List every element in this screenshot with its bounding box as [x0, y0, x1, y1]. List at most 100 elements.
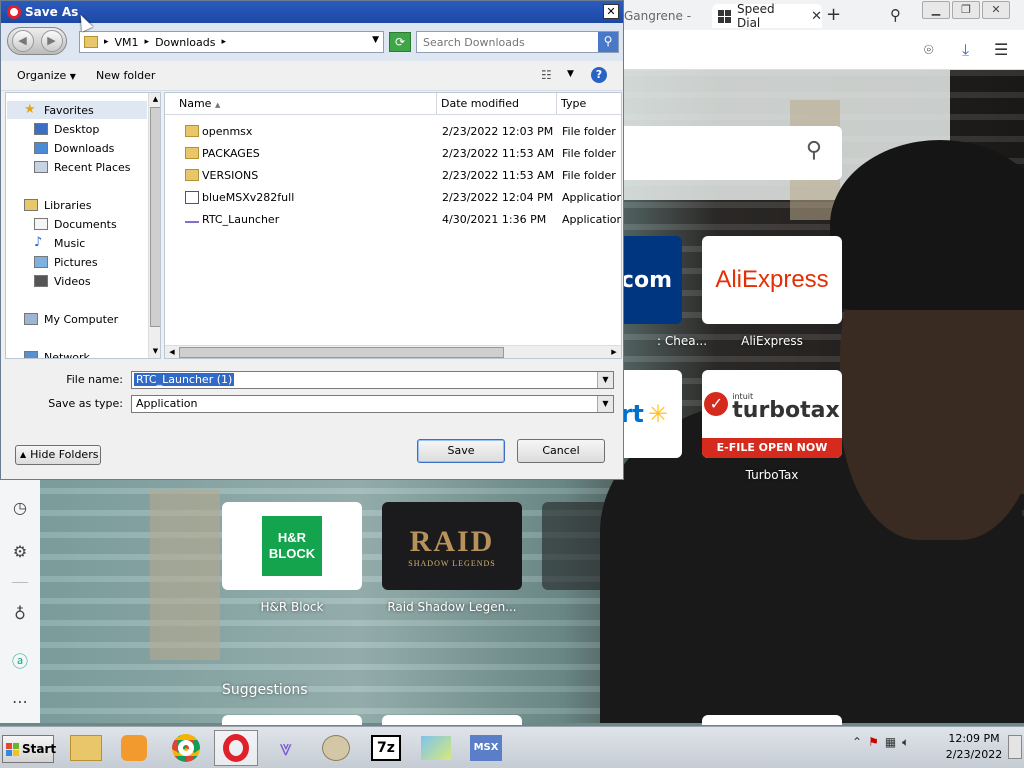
address-bar[interactable]: ▸ VM1 ▸ Downloads ▸ ▼: [79, 31, 384, 53]
downloads-icon[interactable]: ⤓: [962, 40, 969, 60]
save-button[interactable]: Save: [417, 439, 505, 463]
file-row[interactable]: VERSIONS 2/23/2022 11:53 AM File folder: [165, 165, 621, 187]
raid-logo-subtitle: SHADOW LEGENDS: [408, 558, 496, 568]
nav-item-pictures[interactable]: Pictures: [34, 253, 98, 271]
search-icon[interactable]: ⚲: [598, 32, 618, 52]
chevron-down-icon[interactable]: ▼: [372, 35, 379, 45]
nav-item-documents[interactable]: Documents: [34, 215, 117, 233]
documents-icon: [34, 218, 48, 230]
tab-search-icon[interactable]: ⚲: [890, 6, 901, 24]
nav-pane-scrollbar[interactable]: ▲ ▼: [148, 93, 160, 358]
scroll-down-icon[interactable]: ▼: [149, 345, 160, 358]
tab-speed-dial[interactable]: Speed Dial ✕: [712, 2, 822, 30]
column-header-type[interactable]: Type: [557, 93, 621, 115]
speed-dial-tile-placeholder[interactable]: [542, 502, 682, 590]
cancel-button[interactable]: Cancel: [517, 439, 605, 463]
app-icon[interactable]: ⩔: [264, 730, 308, 766]
speed-dial-tile-raid[interactable]: RAID SHADOW LEGENDS: [382, 502, 522, 590]
speed-dial-tile-hr-block[interactable]: H&R BLOCK: [222, 502, 362, 590]
search-input[interactable]: [417, 32, 597, 52]
nav-item-videos[interactable]: Videos: [34, 272, 91, 290]
tile-label: H&R Block: [260, 600, 324, 614]
close-icon[interactable]: ✕: [603, 4, 619, 19]
nav-item-downloads[interactable]: Downloads: [34, 139, 114, 157]
save-type-select[interactable]: Application ▼: [131, 395, 614, 413]
nav-item-favorites[interactable]: ★ Favorites: [24, 101, 94, 119]
breadcrumb-vm1[interactable]: VM1: [115, 36, 139, 49]
opera-icon[interactable]: [214, 730, 258, 766]
7zip-icon[interactable]: 7z: [364, 730, 408, 766]
network-tray-icon[interactable]: ▦: [885, 735, 896, 750]
chevron-right-icon: ▸: [144, 37, 150, 47]
breadcrumb-downloads[interactable]: Downloads: [155, 36, 215, 49]
start-button[interactable]: Start: [2, 735, 56, 763]
search-field[interactable]: ⚲: [416, 31, 619, 53]
dialog-title-bar[interactable]: Save As ✕: [1, 1, 623, 23]
paint-icon[interactable]: [314, 730, 358, 766]
nav-item-libraries[interactable]: Libraries: [24, 196, 92, 214]
file-name-field[interactable]: RTC_Launcher (1) ▼: [131, 371, 614, 389]
explorer-icon[interactable]: [64, 730, 108, 766]
hide-folders-button[interactable]: ▲ Hide Folders: [15, 445, 101, 465]
nav-item-music[interactable]: ♪ Music: [34, 234, 85, 252]
close-tab-icon[interactable]: ✕: [811, 9, 822, 24]
view-options-icon[interactable]: ☷: [541, 68, 552, 82]
chevron-up-icon[interactable]: ⌃: [852, 735, 862, 750]
close-window-button[interactable]: ✕: [982, 1, 1010, 19]
speed-dial-tile-turbotax[interactable]: ✓ intuit turbotax E-FILE OPEN NOW: [702, 370, 842, 458]
folder-icon: [185, 147, 199, 162]
nav-item-my-computer[interactable]: My Computer: [24, 310, 118, 328]
msx-icon[interactable]: MSX: [464, 730, 508, 766]
media-icon[interactable]: [112, 730, 156, 766]
organize-button[interactable]: Organize ▼: [17, 69, 76, 82]
help-icon[interactable]: ?: [591, 67, 607, 83]
more-icon[interactable]: ⋯: [10, 692, 30, 711]
file-row[interactable]: openmsx 2/23/2022 12:03 PM File folder: [165, 121, 621, 143]
easy-setup-icon[interactable]: ☰: [994, 40, 1008, 59]
file-row[interactable]: blueMSXv282full 2/23/2022 12:04 PM Appli…: [165, 187, 621, 209]
tips-lightbulb-icon[interactable]: ♁: [10, 604, 30, 623]
history-icon[interactable]: ◷: [10, 498, 30, 517]
volume-icon[interactable]: 🔈︎: [902, 735, 909, 750]
speed-dial-tile-aliexpress[interactable]: AliExpress: [702, 236, 842, 324]
chevron-down-icon[interactable]: ▼: [567, 69, 574, 79]
scroll-left-icon[interactable]: ◀: [165, 346, 179, 358]
file-row[interactable]: RTC_Launcher 4/30/2021 1:36 PM Applicati…: [165, 209, 621, 231]
save-type-label: Save as type:: [48, 397, 123, 410]
suggestion-tile[interactable]: [702, 715, 842, 725]
column-header-date[interactable]: Date modified: [437, 93, 557, 115]
nav-item-desktop[interactable]: Desktop: [34, 120, 99, 138]
snapshot-camera-icon[interactable]: ⌾: [924, 40, 934, 60]
tab-gangrene[interactable]: Gangrene -: [624, 4, 709, 28]
nav-item-recent-places[interactable]: Recent Places: [34, 158, 131, 176]
back-arrow-icon[interactable]: ◀: [11, 30, 34, 52]
scrollbar-thumb[interactable]: [150, 107, 160, 327]
scroll-up-icon[interactable]: ▲: [149, 93, 160, 106]
windows-icon[interactable]: [414, 730, 458, 766]
maximize-button[interactable]: ❐: [952, 1, 980, 19]
file-row[interactable]: PACKAGES 2/23/2022 11:53 AM File folder: [165, 143, 621, 165]
suggestion-tile[interactable]: [222, 715, 362, 725]
new-folder-button[interactable]: New folder: [96, 69, 155, 82]
chevron-down-icon[interactable]: ▼: [597, 372, 613, 388]
clock[interactable]: 12:09 PM 2/23/2022: [944, 731, 1004, 763]
minimize-button[interactable]: ▁: [922, 1, 950, 19]
refresh-icon[interactable]: ⟳: [389, 32, 411, 52]
action-center-icon[interactable]: ⚑: [868, 735, 879, 750]
speed-dial-search[interactable]: ⚲: [600, 126, 842, 180]
column-header-name[interactable]: Name ▲: [165, 93, 437, 115]
forward-arrow-icon[interactable]: ▶: [40, 30, 63, 52]
settings-gear-icon[interactable]: ⚙: [10, 542, 30, 561]
command-bar: Organize ▼ New folder ☷ ▼ ?: [1, 61, 623, 91]
chrome-icon[interactable]: [164, 730, 208, 766]
chevron-down-icon[interactable]: ▼: [597, 396, 613, 412]
new-tab-button[interactable]: +: [826, 4, 841, 25]
walmart-spark-icon: ✳: [647, 400, 668, 428]
aria-icon[interactable]: ⓐ: [10, 648, 30, 672]
file-list-scrollbar[interactable]: ◀ ▶: [165, 345, 621, 358]
show-desktop-button[interactable]: [1008, 735, 1022, 759]
suggestion-tile[interactable]: [382, 715, 522, 725]
scroll-right-icon[interactable]: ▶: [607, 346, 621, 358]
nav-item-network[interactable]: Network: [24, 348, 90, 358]
scrollbar-thumb[interactable]: [179, 347, 504, 358]
